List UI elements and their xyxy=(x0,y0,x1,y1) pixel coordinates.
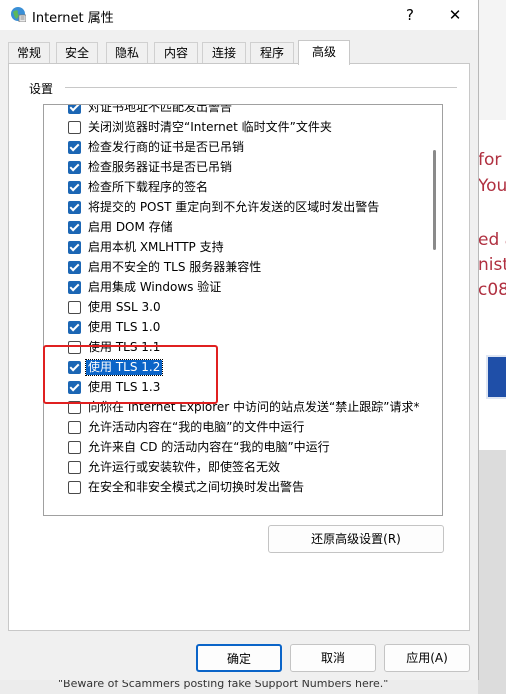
tab-connections[interactable]: 连接 xyxy=(202,42,246,64)
setting-checkbox[interactable] xyxy=(68,105,81,114)
background-text: nistr xyxy=(478,255,506,275)
tab-programs[interactable]: 程序 xyxy=(250,42,294,64)
cancel-button-label: 取消 xyxy=(320,651,345,665)
setting-checkbox[interactable] xyxy=(68,221,81,234)
setting-checkbox[interactable] xyxy=(68,161,81,174)
tab-privacy[interactable]: 隐私 xyxy=(106,42,148,64)
setting-checkbox[interactable] xyxy=(68,181,81,194)
setting-item[interactable]: 关闭浏览器时清空“Internet 临时文件”文件夹 xyxy=(68,118,428,138)
setting-label: 检查服务器证书是否已吊销 xyxy=(88,160,233,174)
setting-label: 启用本机 XMLHTTP 支持 xyxy=(88,240,224,254)
setting-item[interactable]: 启用本机 XMLHTTP 支持 xyxy=(68,238,428,258)
background-panel xyxy=(478,450,506,694)
setting-label: 检查发行商的证书是否已吊销 xyxy=(88,140,245,154)
setting-item[interactable]: 启用集成 Windows 验证 xyxy=(68,278,428,298)
setting-label: 启用 DOM 存储 xyxy=(88,220,173,234)
cancel-button[interactable]: 取消 xyxy=(290,644,376,672)
ok-button[interactable]: 确定 xyxy=(196,644,282,672)
setting-label: 检查所下载程序的签名 xyxy=(88,180,209,194)
setting-checkbox[interactable] xyxy=(68,121,81,134)
apply-button-label: 应用(A) xyxy=(406,651,448,665)
setting-item[interactable]: 检查所下载程序的签名 xyxy=(68,178,428,198)
settings-group-divider xyxy=(65,87,457,88)
title-bar[interactable]: Internet 属性 ? ✕ xyxy=(0,0,478,30)
tab-content[interactable]: 内容 xyxy=(154,42,198,64)
setting-label: 使用 SSL 3.0 xyxy=(88,300,161,314)
setting-item[interactable]: 允许活动内容在“我的电脑”的文件中运行 xyxy=(68,418,428,438)
restore-advanced-button-label: 还原高级设置(R) xyxy=(311,532,401,546)
scrollbar-thumb[interactable] xyxy=(433,150,436,250)
setting-item[interactable]: 使用 TLS 1.0 xyxy=(68,318,428,338)
setting-item[interactable]: 对证书地址不匹配发出警告 xyxy=(68,104,428,118)
setting-checkbox[interactable] xyxy=(68,441,81,454)
setting-label: 启用不安全的 TLS 服务器兼容性 xyxy=(88,260,262,274)
restore-advanced-button[interactable]: 还原高级设置(R) xyxy=(268,525,444,553)
setting-checkbox[interactable] xyxy=(68,201,81,214)
setting-item[interactable]: 在安全和非安全模式之间切换时发出警告 xyxy=(68,478,428,498)
tab-general[interactable]: 常规 xyxy=(8,42,50,64)
tls-highlight-box xyxy=(43,345,218,404)
settings-list[interactable]: 对证书地址不匹配发出警告关闭浏览器时清空“Internet 临时文件”文件夹 检查… xyxy=(43,104,443,516)
setting-item[interactable]: 允许运行或安装软件，即使签名无效 xyxy=(68,458,428,478)
setting-label: 对证书地址不匹配发出警告 xyxy=(88,104,233,114)
setting-item[interactable]: 检查服务器证书是否已吊销 xyxy=(68,158,428,178)
setting-checkbox[interactable] xyxy=(68,461,81,474)
background-text: c08 xyxy=(478,280,506,300)
apply-button[interactable]: 应用(A) xyxy=(384,644,470,672)
window-title: Internet 属性 xyxy=(32,11,114,26)
ok-button-label: 确定 xyxy=(226,652,251,666)
background-text: Your xyxy=(478,176,506,196)
tab-advanced[interactable]: 高级 xyxy=(298,40,350,65)
background-text: ed a xyxy=(478,230,506,250)
setting-item[interactable]: 启用不安全的 TLS 服务器兼容性 xyxy=(68,258,428,278)
setting-checkbox[interactable] xyxy=(68,301,81,314)
setting-item[interactable]: 使用 SSL 3.0 xyxy=(68,298,428,318)
setting-item[interactable]: 检查发行商的证书是否已吊销 xyxy=(68,138,428,158)
setting-checkbox[interactable] xyxy=(68,141,81,154)
tab-security[interactable]: 安全 xyxy=(56,42,98,64)
background-blue-block xyxy=(486,355,506,399)
setting-checkbox[interactable] xyxy=(68,481,81,494)
setting-label: 将提交的 POST 重定向到不允许发送的区域时发出警告 xyxy=(88,200,380,214)
setting-label: 启用集成 Windows 验证 xyxy=(88,280,222,294)
background-text: for 3 xyxy=(478,150,506,170)
setting-item[interactable]: 将提交的 POST 重定向到不允许发送的区域时发出警告 xyxy=(68,198,428,218)
setting-checkbox[interactable] xyxy=(68,421,81,434)
setting-checkbox[interactable] xyxy=(68,261,81,274)
setting-item[interactable]: 允许来自 CD 的活动内容在“我的电脑”中运行 xyxy=(68,438,428,458)
setting-label: 关闭浏览器时清空“Internet 临时文件”文件夹 xyxy=(88,120,332,134)
setting-item[interactable]: 启用 DOM 存储 xyxy=(68,218,428,238)
setting-checkbox[interactable] xyxy=(68,241,81,254)
settings-group-label: 设置 xyxy=(29,82,54,96)
setting-label: 在安全和非安全模式之间切换时发出警告 xyxy=(88,480,305,494)
setting-label: 允许活动内容在“我的电脑”的文件中运行 xyxy=(88,420,305,434)
settings-scrollbar[interactable] xyxy=(428,105,442,515)
setting-checkbox[interactable] xyxy=(68,321,81,334)
help-button[interactable]: ? xyxy=(398,3,422,27)
background-page: for 3 Your ed a nistr c08 xyxy=(478,0,506,694)
setting-checkbox[interactable] xyxy=(68,281,81,294)
settings-rows: 对证书地址不匹配发出警告关闭浏览器时清空“Internet 临时文件”文件夹 检查… xyxy=(44,105,424,515)
setting-label: 使用 TLS 1.0 xyxy=(88,320,161,334)
setting-label: 允许运行或安装软件，即使签名无效 xyxy=(88,460,281,474)
internet-globe-icon xyxy=(11,7,26,22)
setting-label: 允许来自 CD 的活动内容在“我的电脑”中运行 xyxy=(88,440,330,454)
close-button[interactable]: ✕ xyxy=(440,3,470,27)
internet-options-dialog: Internet 属性 ? ✕ 常规 安全 隐私 内容 连接 程序 高级 设置 … xyxy=(0,0,479,680)
